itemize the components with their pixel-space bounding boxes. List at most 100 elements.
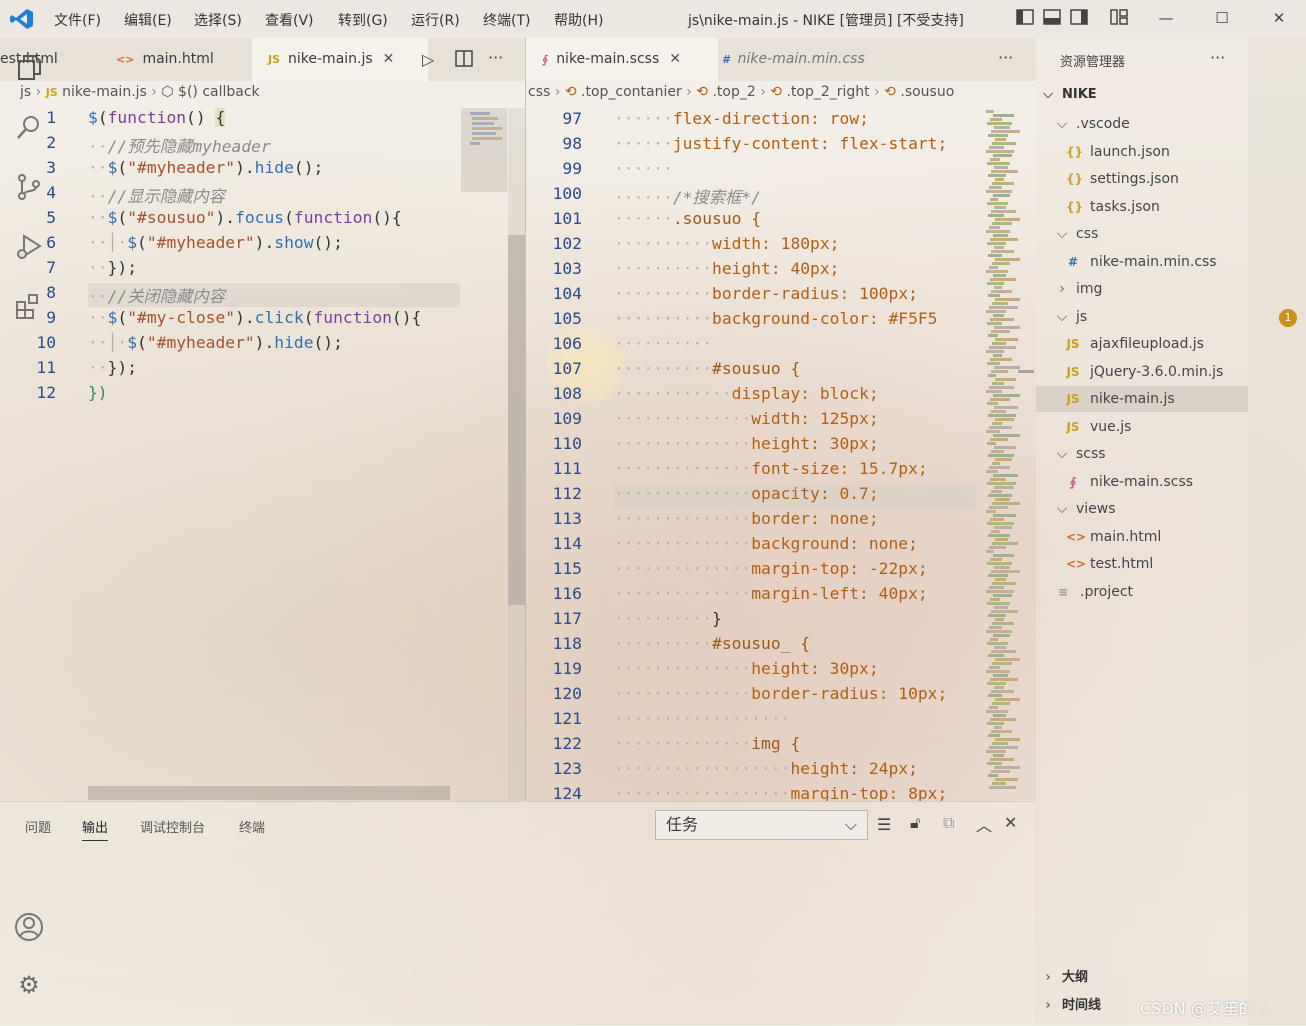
split-editor-icon[interactable] — [455, 50, 473, 71]
tree-item[interactable]: ⌵ scss — [1036, 441, 1248, 467]
minimap-line — [989, 146, 1004, 149]
css-file-icon: # — [1067, 254, 1079, 269]
tree-item[interactable]: ⌵ css — [1036, 221, 1248, 247]
lock-icon[interactable]: 🔓︎ — [910, 813, 920, 833]
maximize-button[interactable]: ☐ — [1212, 9, 1232, 27]
breadcrumb-item[interactable]: .top_2 — [712, 84, 755, 100]
extensions-icon[interactable] — [14, 292, 44, 322]
close-icon[interactable]: ✕ — [383, 51, 395, 67]
source-control-icon[interactable] — [14, 172, 44, 202]
line-number: 122 — [552, 734, 582, 753]
tree-item[interactable]: ⌵ views — [1036, 496, 1248, 522]
breadcrumb-item[interactable]: js — [20, 84, 31, 100]
maximize-panel-icon[interactable]: ︿ — [976, 812, 992, 836]
horizontal-scrollbar-thumb[interactable] — [88, 786, 450, 800]
tree-item[interactable]: › img — [1036, 276, 1248, 302]
minimap-line — [993, 354, 1002, 357]
menu-terminal[interactable]: 终端(T) — [483, 10, 530, 30]
output-channel-select[interactable]: 任务 ⌵ — [655, 810, 868, 840]
outline-section[interactable]: › 大纲 — [1036, 966, 1248, 988]
tree-item[interactable]: <> main.html — [1036, 524, 1248, 550]
open-in-editor-icon[interactable]: ⧉ — [943, 813, 954, 833]
minimize-button[interactable]: — — [1156, 9, 1176, 27]
tab-main-html[interactable]: <> main.html — [116, 38, 248, 81]
close-button[interactable]: ✕ — [1269, 9, 1289, 27]
line-number: 97 — [562, 109, 582, 128]
tree-item[interactable]: # nike-main.min.css — [1036, 249, 1248, 275]
toggle-panel-icon[interactable] — [1043, 9, 1061, 27]
minimap-line — [994, 726, 1002, 729]
menu-edit[interactable]: 编辑(E) — [124, 10, 172, 30]
menu-selection[interactable]: 选择(S) — [194, 10, 242, 30]
search-icon[interactable] — [14, 112, 44, 142]
explorer-more-icon[interactable]: ··· — [1210, 48, 1225, 67]
tree-item[interactable]: JS nike-main.js — [1036, 386, 1248, 412]
menu-run[interactable]: 运行(R) — [411, 10, 460, 30]
minimap-line — [988, 734, 1000, 737]
tree-item[interactable]: JS jQuery-3.6.0.min.js — [1036, 359, 1248, 385]
breadcrumb-item[interactable]: .top_contanier — [581, 84, 682, 100]
tree-item[interactable]: {} launch.json — [1036, 139, 1248, 165]
tree-item[interactable]: ∮ nike-main.scss — [1036, 469, 1248, 495]
tree-item[interactable]: JS ajaxfileupload.js — [1036, 331, 1248, 357]
breadcrumb-item[interactable]: .top_2_right — [786, 84, 869, 100]
menu-view[interactable]: 查看(V) — [265, 10, 314, 30]
toggle-primary-sidebar-icon[interactable] — [1016, 9, 1034, 27]
tree-item[interactable]: ⌵ .vscode — [1036, 111, 1248, 137]
clear-output-icon[interactable]: ☰ — [877, 815, 891, 834]
tree-item[interactable]: ⌵ js — [1036, 304, 1248, 330]
run-and-debug-icon[interactable] — [14, 232, 44, 262]
line-number: 112 — [552, 484, 582, 503]
code-line: ··$("#myheader").hide(); — [88, 158, 324, 177]
minimap-slider[interactable] — [461, 108, 507, 192]
tab-nike-main-js[interactable]: JS nike-main.js ✕ — [252, 38, 428, 81]
more-actions-icon[interactable]: ··· — [488, 48, 503, 67]
right-code-editor[interactable]: 97 ······flex-direction: row; 98 ······just… — [526, 109, 976, 801]
minimap-line — [994, 126, 1010, 129]
scrollbar-thumb[interactable] — [508, 235, 525, 605]
more-actions-icon[interactable]: ··· — [998, 48, 1013, 67]
explorer-icon[interactable] — [14, 52, 44, 82]
tab-nike-main-min-css[interactable]: # nike-main.min.css — [706, 38, 922, 81]
menu-goto[interactable]: 转到(G) — [338, 10, 388, 30]
tab-problems[interactable]: 问题 — [25, 817, 51, 836]
breadcrumb-item[interactable]: $() callback — [178, 84, 260, 100]
minimap-line — [992, 462, 1000, 465]
account-icon[interactable] — [14, 912, 44, 942]
settings-gear-icon[interactable]: ⚙ — [14, 970, 44, 1000]
tree-item[interactable]: <> test.html — [1036, 551, 1248, 577]
breadcrumb-item[interactable]: .sousuo — [900, 84, 954, 100]
minimap-line — [987, 682, 1006, 685]
minimap-line — [993, 274, 1006, 277]
minimap-line — [995, 698, 1020, 701]
tab-debug-console[interactable]: 调试控制台 — [140, 817, 205, 836]
minimap-line — [993, 474, 1018, 477]
minimap-line — [987, 442, 996, 445]
breadcrumb-item[interactable]: nike-main.js — [62, 84, 147, 100]
selector-icon: ⟲ — [770, 84, 782, 100]
minimap-line — [986, 750, 1006, 753]
tree-item[interactable]: JS vue.js — [1036, 414, 1248, 440]
tree-item[interactable]: {} tasks.json — [1036, 194, 1248, 220]
menu-help[interactable]: 帮助(H) — [554, 10, 603, 30]
close-icon[interactable]: ✕ — [669, 51, 681, 67]
tree-item[interactable]: {} settings.json — [1036, 166, 1248, 192]
minimap[interactable] — [984, 110, 1020, 800]
breadcrumb-item[interactable]: css — [528, 84, 550, 100]
line-number: 113 — [552, 509, 582, 528]
toggle-secondary-sidebar-icon[interactable] — [1070, 9, 1088, 27]
tree-item[interactable]: ≡ .project — [1036, 579, 1248, 605]
tab-output[interactable]: 输出 — [82, 817, 109, 841]
customize-layout-icon[interactable] — [1110, 9, 1128, 27]
menu-file[interactable]: 文件(F) — [54, 10, 101, 30]
workspace-root[interactable]: ⌵ NIKE — [1036, 84, 1248, 106]
json-file-icon: {} — [1066, 199, 1084, 214]
minimap-line — [990, 598, 1000, 601]
tab-nike-main-scss[interactable]: ∮ nike-main.scss ✕ — [526, 38, 718, 81]
tab-terminal[interactable]: 终端 — [239, 817, 265, 836]
minimap-line — [993, 114, 1014, 117]
run-icon[interactable]: ▷ — [422, 50, 434, 69]
left-code-editor[interactable]: 1 $(function() { 2 ··//预先隐藏myheader 3 ··… — [0, 108, 510, 800]
line-number: 115 — [552, 559, 582, 578]
close-panel-icon[interactable]: ✕ — [1004, 813, 1017, 832]
